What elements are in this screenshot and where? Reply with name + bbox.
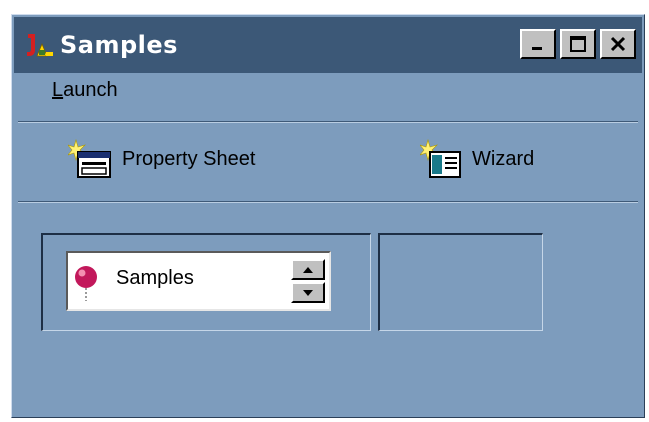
samples-spinner[interactable]: Samples [66,251,331,311]
spinner-up-button[interactable] [291,259,325,280]
menu-launch[interactable]: Launch [52,79,118,101]
empty-panel [378,233,543,331]
spinner-value: Samples [116,267,194,289]
java-logo-icon [27,34,53,57]
close-icon [610,36,626,52]
maximize-button[interactable] [560,29,596,59]
property-sheet-icon [68,139,111,178]
maximize-icon [570,36,586,52]
samples-window: Samples Launch Property Sheet Wizard Sam… [11,14,645,418]
window-title: Samples [60,31,178,59]
minimize-button[interactable] [520,29,556,59]
spinner-down-button[interactable] [291,282,325,303]
menu-launch-label: aunch [63,79,118,101]
window-controls [520,29,636,59]
separator-top [18,121,638,123]
arrow-up-icon [303,266,313,273]
wizard-label: Wizard [472,147,535,170]
property-sheet-label: Property Sheet [122,147,256,170]
minimize-icon [532,47,542,50]
menu-bar: Launch [52,79,118,102]
menu-launch-mnemonic: L [52,79,64,101]
title-bar[interactable]: Samples [14,17,642,73]
wizard-button[interactable]: Wizard [420,139,534,179]
property-sheet-button[interactable]: Property Sheet [68,139,255,179]
separator-bottom [18,201,638,203]
wizard-icon [420,139,461,178]
close-button[interactable] [600,29,636,59]
arrow-down-icon [303,289,313,296]
spinner-buttons [291,259,325,303]
red-pin-icon [75,266,97,301]
